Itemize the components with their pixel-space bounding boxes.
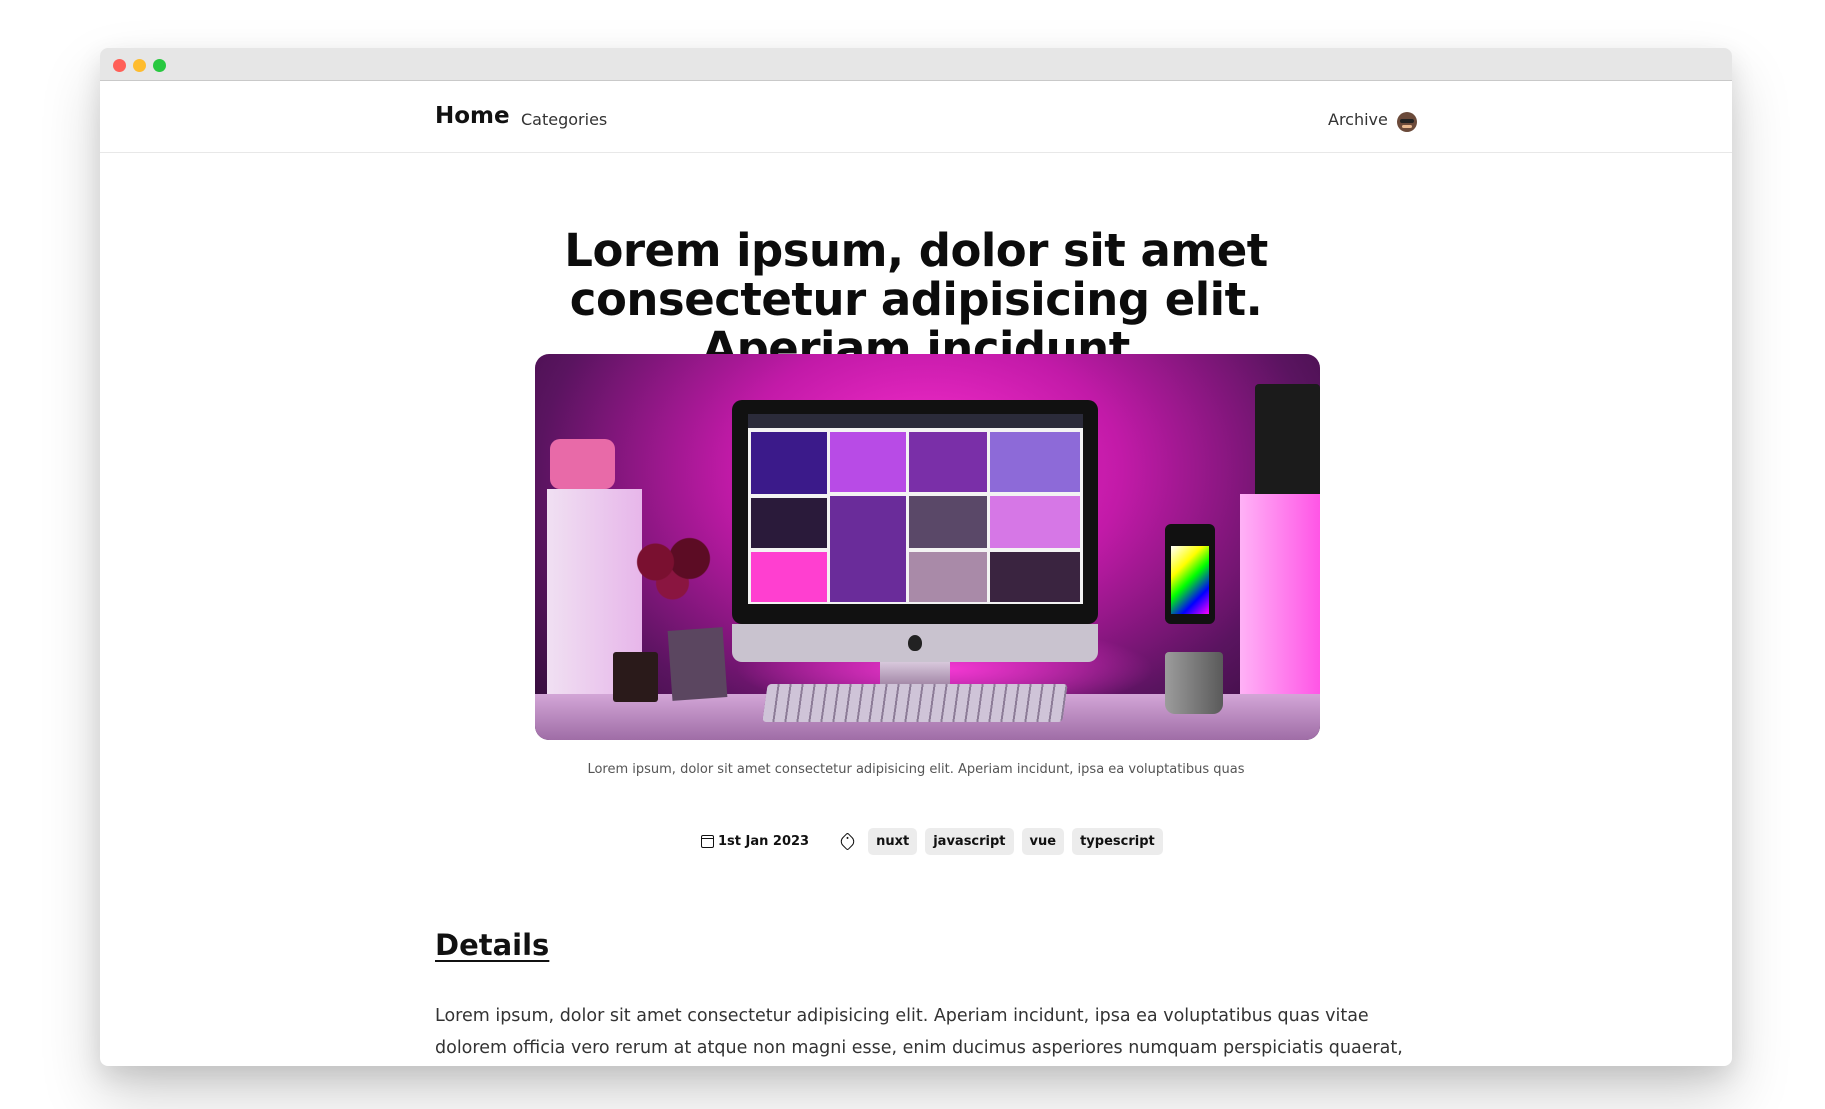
article-meta: 1st Jan 2023 nuxt javascript vue typescr… bbox=[701, 826, 1171, 856]
hero-apple-logo bbox=[908, 635, 922, 651]
browser-window: Home Categories Archive Lorem ipsum, dol… bbox=[100, 48, 1732, 1066]
calendar-icon bbox=[701, 834, 714, 848]
article-title: Lorem ipsum, dolor sit amet consectetur … bbox=[564, 224, 1268, 375]
page-background: Home Categories Archive Lorem ipsum, dol… bbox=[0, 0, 1825, 1109]
hero-photo-frame bbox=[667, 627, 728, 701]
hero-camera bbox=[550, 439, 615, 489]
hero-monitor-stand bbox=[880, 662, 950, 684]
hero-keyboard bbox=[762, 684, 1068, 722]
publish-date: 1st Jan 2023 bbox=[718, 833, 810, 849]
nav-archive-link[interactable]: Archive bbox=[1328, 110, 1388, 129]
tag-nuxt[interactable]: nuxt bbox=[868, 827, 918, 855]
minimize-window-button[interactable] bbox=[133, 59, 146, 72]
window-titlebar bbox=[100, 48, 1732, 81]
hero-phone-screen bbox=[1171, 546, 1209, 614]
tag-vue[interactable]: vue bbox=[1021, 827, 1065, 855]
article-body: Lorem ipsum, dolor sit amet consectetur … bbox=[435, 1006, 1403, 1058]
tag-icon bbox=[838, 831, 857, 851]
tag-typescript[interactable]: typescript bbox=[1072, 827, 1163, 855]
image-caption: Lorem ipsum, dolor sit amet consectetur … bbox=[587, 762, 1245, 777]
nav-home-link[interactable]: Home bbox=[435, 103, 510, 129]
hero-monitor-screen bbox=[748, 414, 1083, 604]
section-heading-details: Details bbox=[435, 928, 550, 962]
hero-mug bbox=[1165, 652, 1223, 714]
hero-flowers bbox=[630, 534, 715, 604]
hero-speaker bbox=[1255, 384, 1320, 499]
hero-box-right bbox=[1240, 494, 1320, 704]
avatar-icon[interactable] bbox=[1397, 112, 1417, 132]
close-window-button[interactable] bbox=[113, 59, 126, 72]
tag-javascript[interactable]: javascript bbox=[925, 827, 1014, 855]
top-navbar: Home Categories Archive bbox=[100, 81, 1732, 153]
maximize-window-button[interactable] bbox=[153, 59, 166, 72]
hero-image bbox=[535, 354, 1320, 740]
nav-categories-link[interactable]: Categories bbox=[521, 110, 607, 129]
hero-candle bbox=[613, 652, 658, 702]
